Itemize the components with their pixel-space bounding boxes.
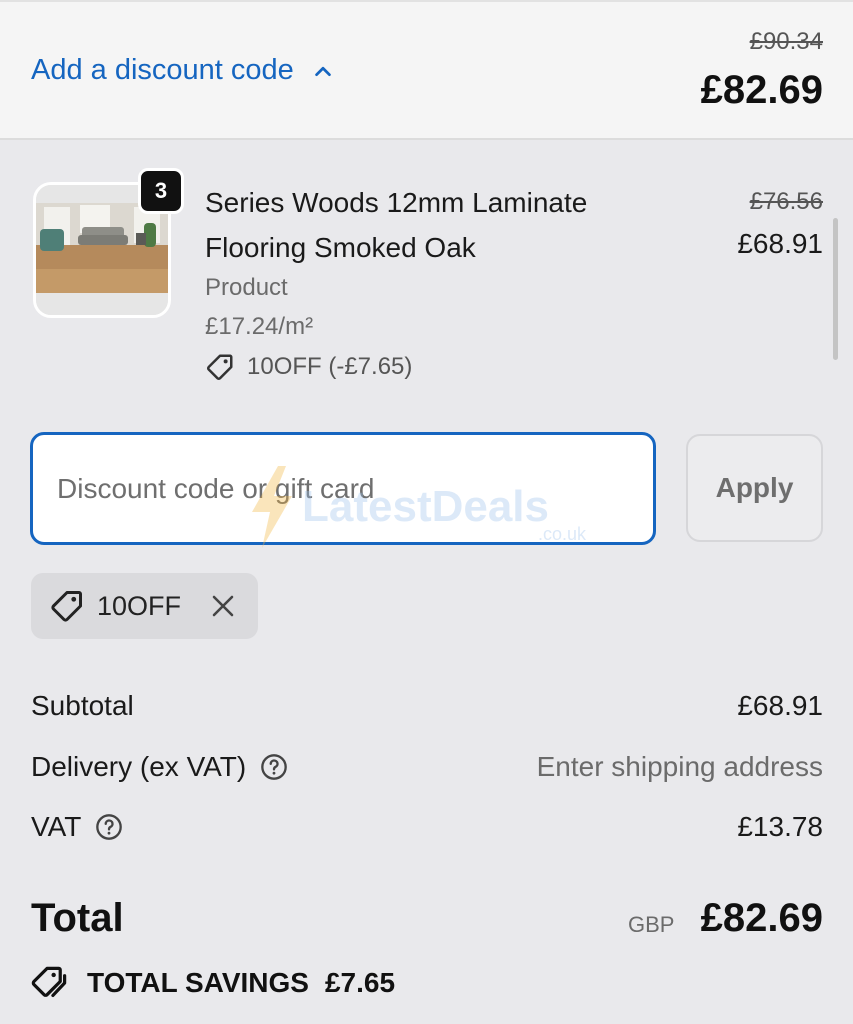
discount-toggle-label: Add a discount code <box>31 54 294 86</box>
apply-button[interactable]: Apply <box>686 434 823 542</box>
line-original-price: £76.56 <box>749 188 823 215</box>
delivery-row: Delivery (ex VAT) Enter shipping address <box>31 751 823 787</box>
subtotal-value: £68.91 <box>737 690 823 721</box>
subtotal-label: Subtotal <box>31 690 134 721</box>
vat-value: £13.78 <box>737 811 823 842</box>
vat-label: VAT <box>31 811 82 842</box>
discount-code-input[interactable] <box>30 432 656 545</box>
delivery-label: Delivery (ex VAT) <box>31 751 247 782</box>
total-savings: TOTAL SAVINGS £7.65 <box>31 964 395 1002</box>
delivery-value: Enter shipping address <box>536 751 823 782</box>
header-total: £82.69 <box>700 68 823 112</box>
line-discount-text: 10OFF (-£7.65) <box>247 353 413 380</box>
total-currency: GBP <box>628 912 675 937</box>
line-discount: 10OFF (-£7.65) <box>205 352 412 382</box>
tag-icon <box>51 591 82 622</box>
scrollbar[interactable] <box>833 218 838 360</box>
help-circle-icon[interactable] <box>260 753 288 781</box>
unit-price: £17.24/m² <box>205 313 314 340</box>
applied-code-label: 10OFF <box>97 590 182 621</box>
product-title: Series Woods 12mm Laminate Flooring Smok… <box>205 187 588 263</box>
order-summary-header: Add a discount code £90.34 £82.69 <box>0 0 853 140</box>
help-circle-icon[interactable] <box>95 813 123 841</box>
discount-code-toggle[interactable]: Add a discount code <box>31 54 334 87</box>
header-original-total: £90.34 <box>749 28 823 55</box>
chevron-up-icon <box>315 66 331 76</box>
vat-row: VAT £13.78 <box>31 811 823 847</box>
savings-value: £7.65 <box>324 967 396 998</box>
applied-code-chip: 10OFF <box>31 573 258 639</box>
total-label: Total <box>31 896 124 940</box>
savings-label: TOTAL SAVINGS <box>87 967 309 998</box>
product-type: Product <box>205 274 288 301</box>
close-icon[interactable] <box>211 594 235 618</box>
quantity-badge: 3 <box>138 168 184 214</box>
tags-icon <box>31 966 67 998</box>
tag-icon <box>206 354 233 381</box>
total-value: £82.69 <box>700 896 823 940</box>
line-price: £68.91 <box>737 228 823 259</box>
subtotal-row: Subtotal £68.91 <box>31 690 823 726</box>
